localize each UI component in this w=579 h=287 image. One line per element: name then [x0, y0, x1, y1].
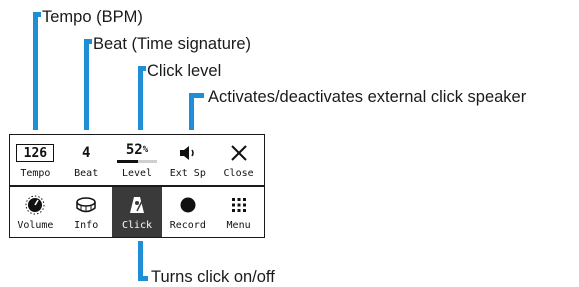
level-label: Level — [121, 168, 153, 179]
tempo-leader-horizontal — [33, 12, 41, 17]
drum-icon — [76, 197, 96, 213]
click-callout: Turns click on/off — [151, 268, 275, 286]
click-button[interactable]: Click — [111, 187, 163, 237]
menu-label: Menu — [226, 220, 251, 231]
info-label: Info — [74, 220, 99, 231]
ext-leader-vertical — [189, 93, 194, 130]
level-leader-vertical — [138, 66, 143, 130]
ext-leader-horizontal — [189, 93, 204, 98]
volume-label: Volume — [17, 220, 54, 231]
close-button[interactable]: Close — [213, 135, 264, 185]
close-icon — [230, 145, 247, 161]
level-leader-horizontal — [138, 66, 146, 71]
click-leader-horizontal — [138, 276, 148, 281]
ext-callout: Activates/deactivates external click spe… — [208, 88, 527, 106]
beat-callout: Beat (Time signature) — [93, 35, 252, 53]
grid-menu-icon — [231, 198, 246, 212]
beat-leader-vertical — [84, 39, 89, 130]
tempo-value: 126 — [16, 144, 55, 162]
level-bar — [116, 160, 157, 163]
beat-leader-horizontal — [84, 39, 92, 44]
record-icon — [180, 197, 196, 213]
level-button[interactable]: 52% Level — [112, 135, 163, 185]
beat-button[interactable]: 4 Beat — [61, 135, 112, 185]
bottom-row: Volume Info Click Record Menu — [10, 187, 264, 237]
ext-speaker-button[interactable]: Ext Sp — [162, 135, 213, 185]
metronome-icon — [129, 197, 144, 213]
level-callout: Click level — [147, 62, 222, 80]
speaker-icon — [179, 146, 194, 160]
volume-knob-icon — [25, 195, 45, 215]
click-leader-vertical — [138, 241, 143, 281]
ext-speaker-label: Ext Sp — [169, 168, 206, 179]
tempo-label: Tempo — [20, 168, 51, 179]
tempo-callout: Tempo (BPM) — [42, 8, 143, 26]
level-unit: % — [142, 145, 149, 155]
top-row: 126 Tempo 4 Beat 52% Level Ext Sp Close — [10, 135, 264, 185]
tempo-button[interactable]: 126 Tempo — [10, 135, 61, 185]
record-label: Record — [169, 220, 206, 231]
click-label: Click — [121, 220, 153, 231]
beat-value: 4 — [81, 145, 91, 161]
info-button[interactable]: Info — [61, 187, 112, 237]
level-value: 52 — [125, 142, 143, 158]
beat-label: Beat — [74, 168, 99, 179]
tempo-leader-vertical — [33, 12, 38, 130]
level-bar-fill — [116, 160, 138, 163]
close-label: Close — [223, 168, 254, 179]
record-button[interactable]: Record — [162, 187, 213, 237]
menu-button[interactable]: Menu — [213, 187, 264, 237]
volume-button[interactable]: Volume — [10, 187, 61, 237]
metronome-panel: 126 Tempo 4 Beat 52% Level Ext Sp Close … — [9, 134, 265, 238]
